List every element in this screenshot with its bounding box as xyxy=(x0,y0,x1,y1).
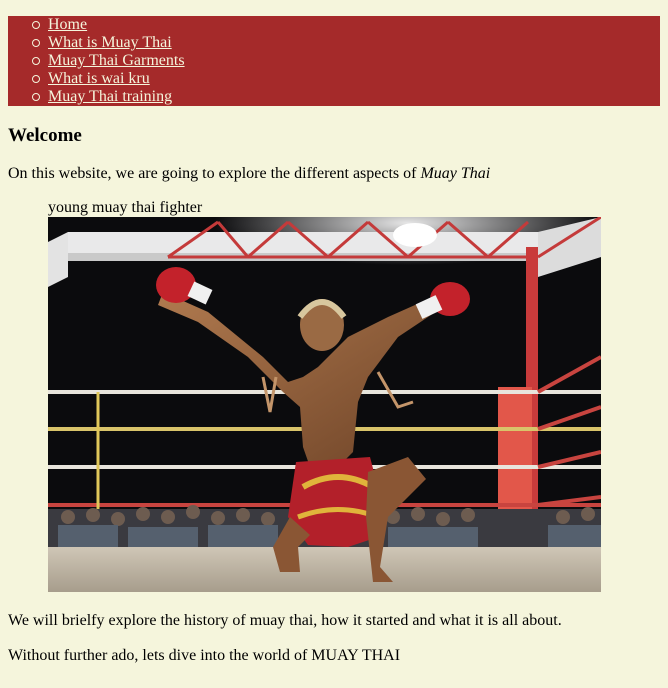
bullet-icon xyxy=(32,75,40,83)
intro-emphasis: Muay Thai xyxy=(420,165,491,182)
fighter-photo xyxy=(48,217,601,592)
nav-item-garments: Muay Thai Garments xyxy=(32,52,660,70)
bullet-icon xyxy=(32,57,40,65)
nav-link-wai-kru[interactable]: What is wai kru xyxy=(48,70,150,87)
bullet-icon xyxy=(32,39,40,47)
nav-link-training[interactable]: Muay Thai training xyxy=(48,88,172,105)
figure-caption: young muay thai fighter xyxy=(48,199,203,216)
nav-link-garments[interactable]: Muay Thai Garments xyxy=(48,52,185,69)
bullet-icon xyxy=(32,93,40,101)
nav-link-what-is-muay-thai[interactable]: What is Muay Thai xyxy=(48,34,172,51)
closing-paragraph: Without further ado, lets dive into the … xyxy=(8,647,401,664)
intro-text: On this website, we are going to explore… xyxy=(8,165,421,182)
top-navigation: Home What is Muay Thai Muay Thai Garment… xyxy=(8,16,660,106)
bullet-icon xyxy=(32,21,40,29)
page-title: Welcome xyxy=(8,125,82,146)
nav-item-home: Home xyxy=(32,16,660,34)
nav-list: Home What is Muay Thai Muay Thai Garment… xyxy=(8,16,660,106)
nav-item-wai-kru: What is wai kru xyxy=(32,70,660,88)
nav-link-home[interactable]: Home xyxy=(48,16,87,33)
history-paragraph: We will brielfy explore the history of m… xyxy=(8,612,562,629)
fighter-figure: young muay thai fighter xyxy=(48,198,601,592)
intro-paragraph: On this website, we are going to explore… xyxy=(8,164,490,184)
nav-item-training: Muay Thai training xyxy=(32,88,660,106)
nav-item-what-is-muay-thai: What is Muay Thai xyxy=(32,34,660,52)
